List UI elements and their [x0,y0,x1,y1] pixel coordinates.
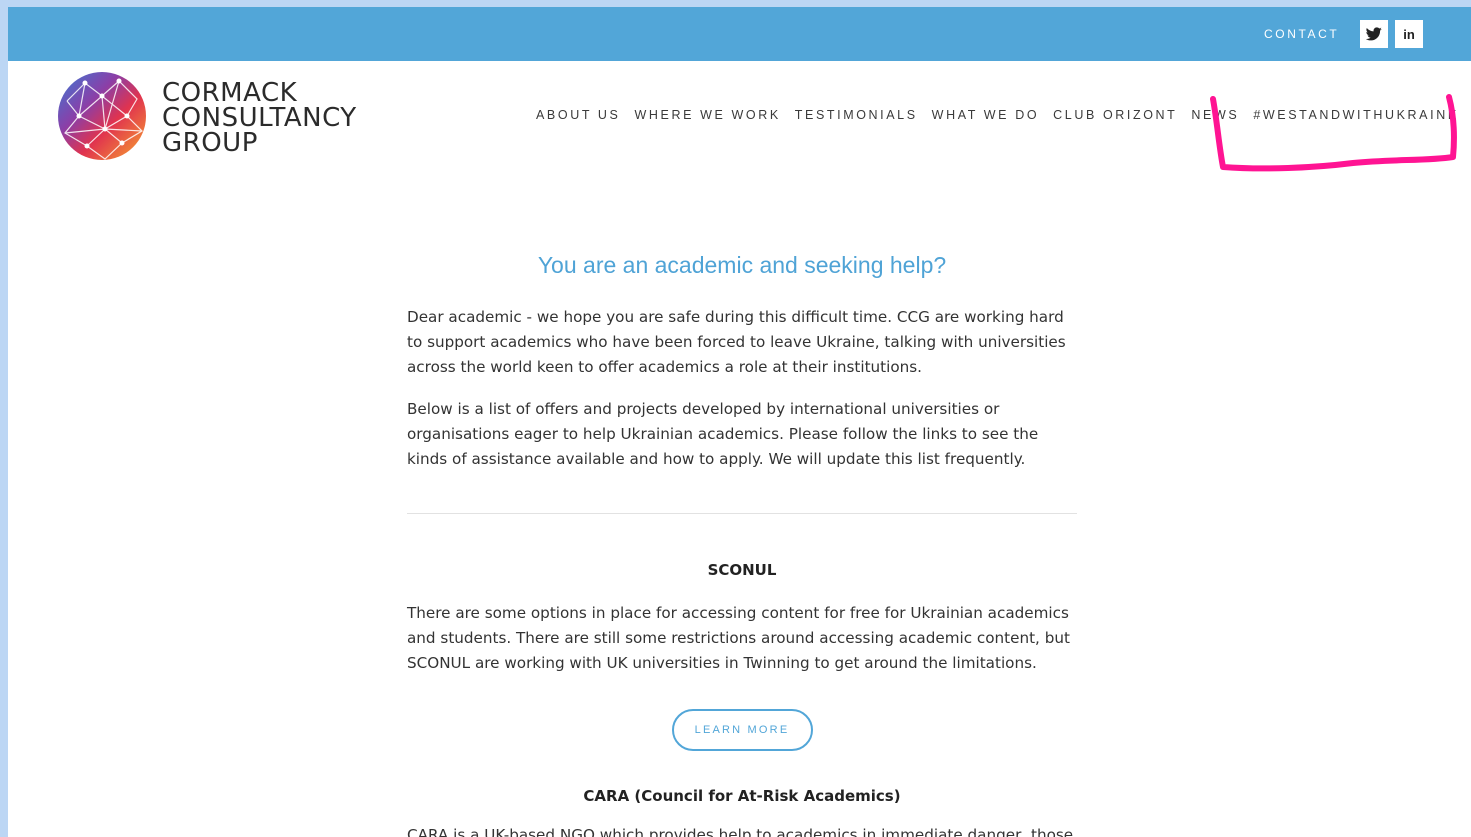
twitter-button[interactable] [1360,20,1388,48]
main-content: You are an academic and seeking help? De… [407,252,1077,837]
browser-viewport: CONTACT in CORMACK CONSULTANCY GROUP ABO… [8,7,1471,837]
divider [407,513,1077,514]
nav-testimonials[interactable]: TESTIMONIALS [795,108,918,122]
top-bar: CONTACT in [8,7,1471,61]
nav-what-we-do[interactable]: WHAT WE DO [932,108,1039,122]
page-title: You are an academic and seeking help? [537,252,947,278]
intro-paragraph-2: Below is a list of offers and projects d… [407,400,1039,468]
cara-heading: CARA (Council for At-Risk Academics) [583,787,901,805]
nav-about-us[interactable]: ABOUT US [536,108,620,122]
intro-paragraph-1: Dear academic - we hope you are safe dur… [407,308,1066,376]
nav-where-we-work[interactable]: WHERE WE WORK [634,108,780,122]
twitter-icon [1366,27,1382,41]
learn-more-wrapper: LEARN MORE [407,709,1077,751]
logo-globe[interactable] [57,71,147,166]
logo-wordmark[interactable]: CORMACK CONSULTANCY GROUP [162,80,357,158]
contact-link[interactable]: CONTACT [1264,27,1339,41]
linkedin-icon: in [1403,26,1415,42]
logo-line-3: GROUP [162,128,258,158]
sconul-description: There are some options in place for acce… [407,604,1070,672]
nav-club-orizont[interactable]: CLUB ORIZONT [1053,108,1177,122]
cara-description: CARA is a UK-based NGO which provides he… [407,826,1074,837]
sconul-heading: SCONUL [707,561,777,579]
learn-more-button[interactable]: LEARN MORE [671,709,813,751]
linkedin-button[interactable]: in [1395,20,1423,48]
highlight-annotation [1210,94,1457,172]
